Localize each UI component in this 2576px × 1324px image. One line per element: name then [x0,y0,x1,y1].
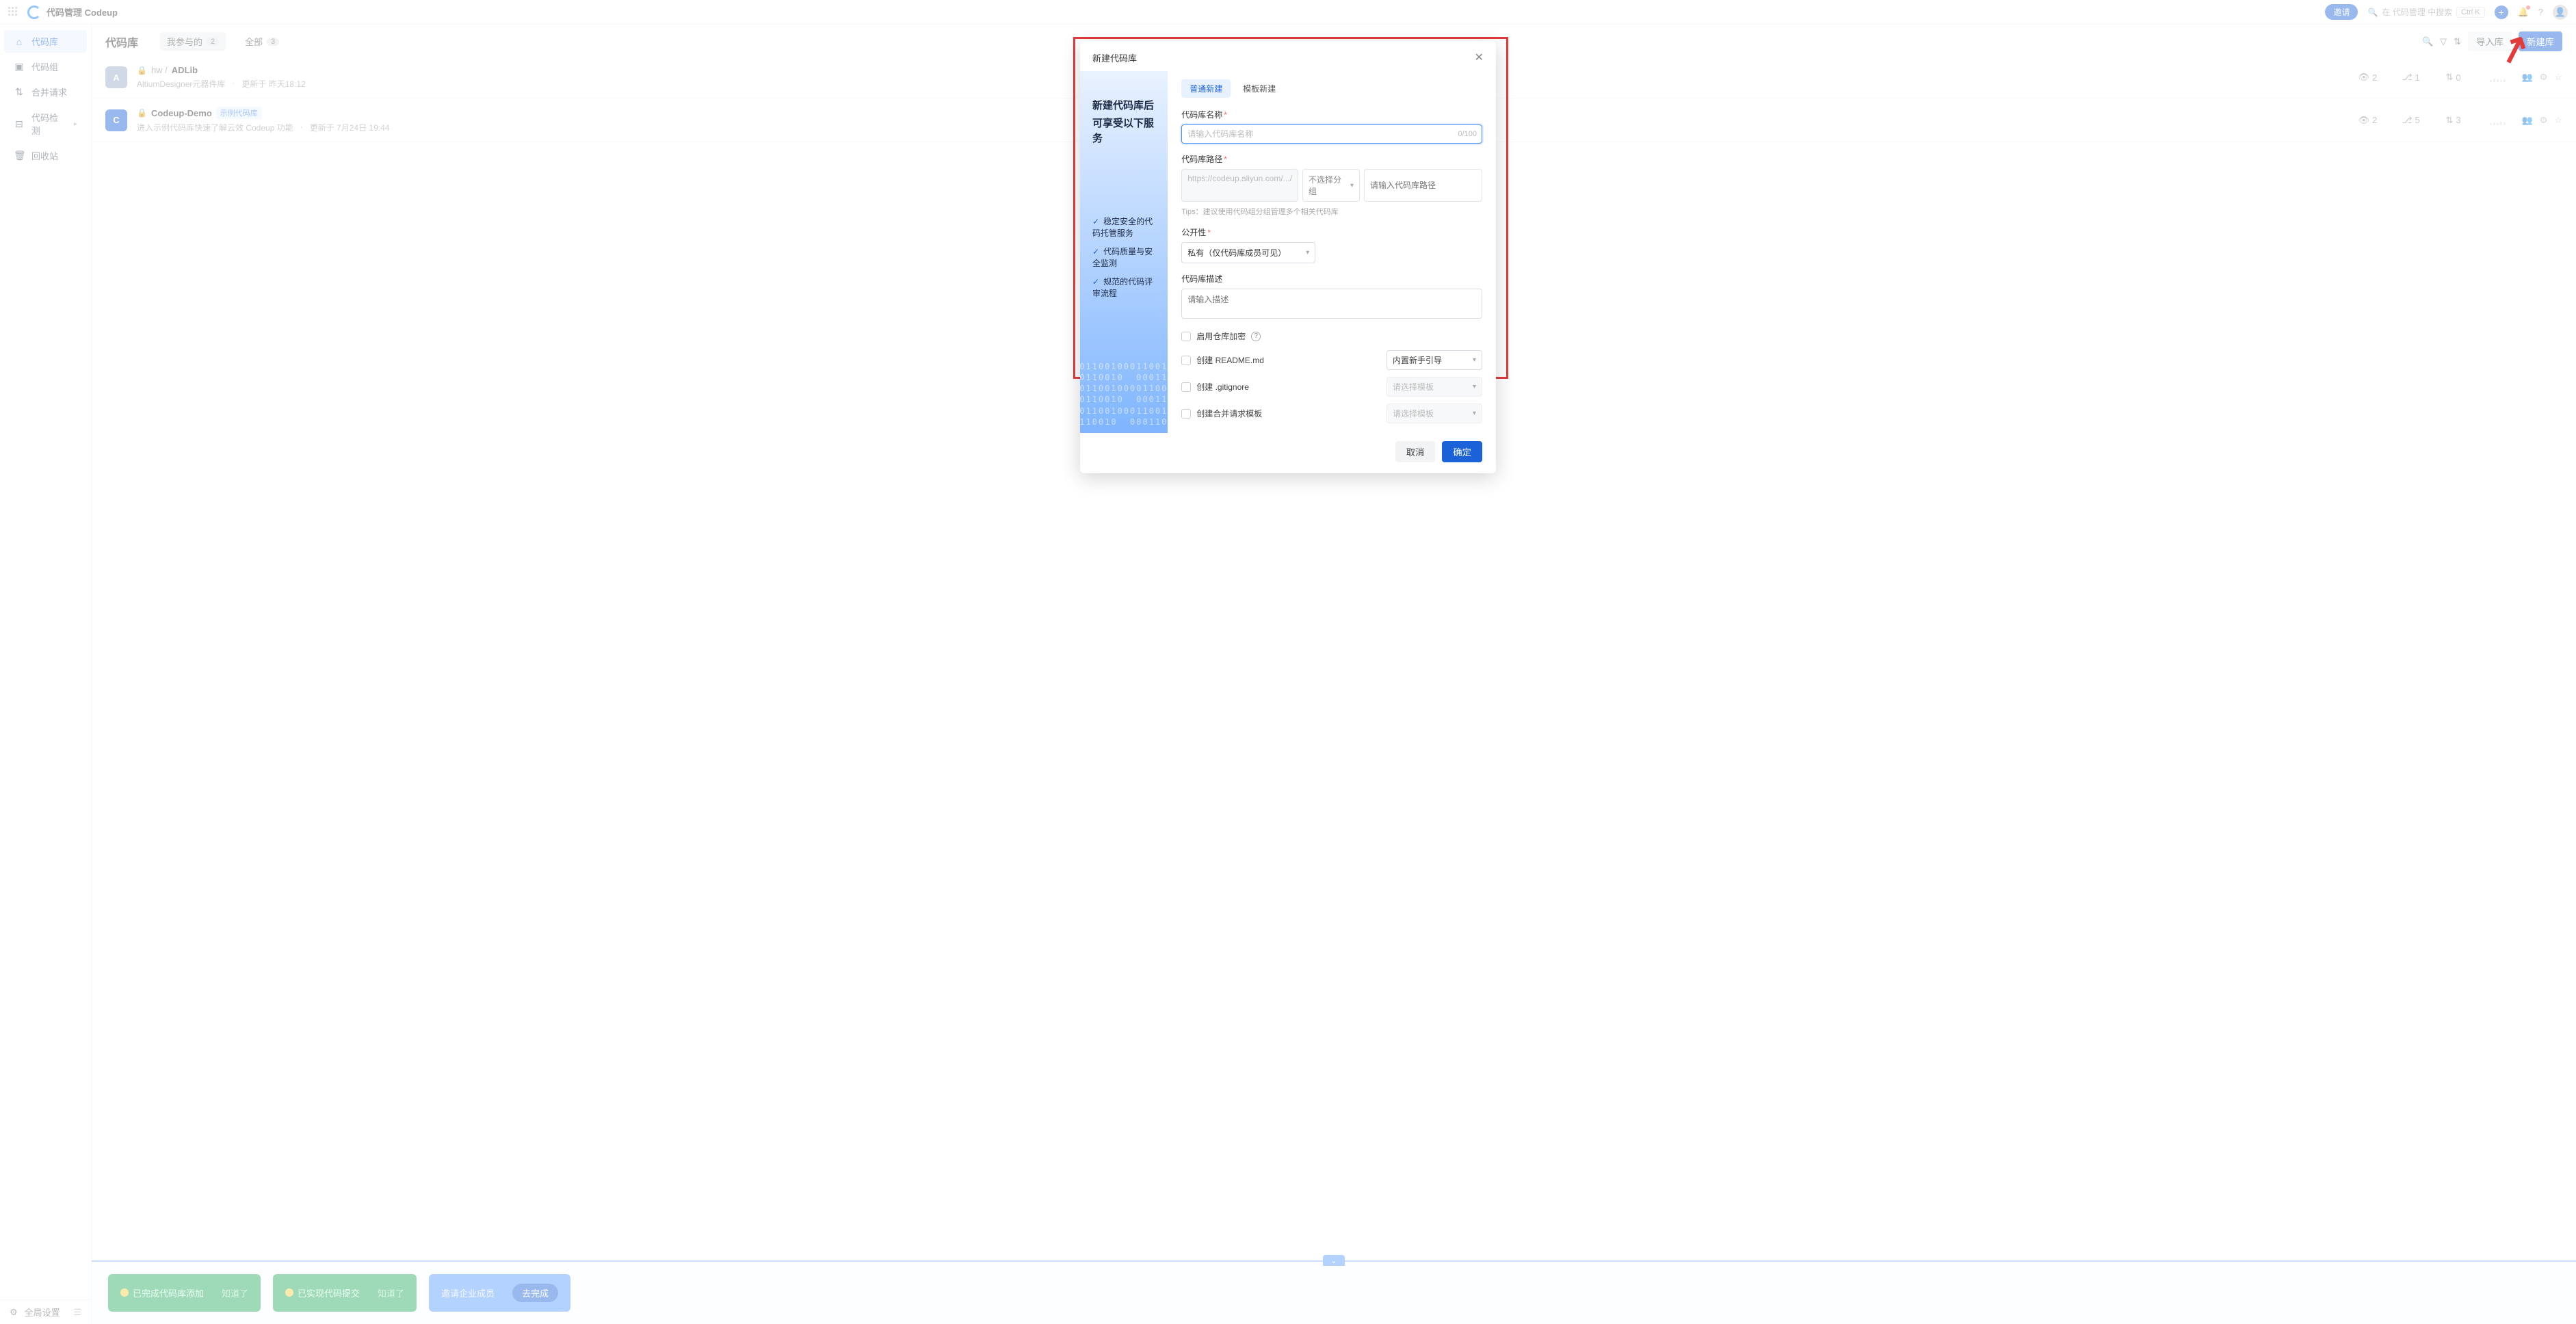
visibility-value: 私有（仅代码库成员可见） [1187,247,1286,259]
info-icon[interactable]: ? [1251,332,1261,341]
path-tips: Tips：建议使用代码组分组管理多个相关代码库 [1181,206,1482,217]
gitignore-select-value: 请选择模板 [1393,381,1434,393]
modal-left-panel: 新建代码库后 可享受以下服务 ✓稳定安全的代码托管服务 ✓代码质量与安全监测 ✓… [1080,71,1168,433]
path-group-placeholder: 不选择分组 [1309,174,1346,197]
name-counter: 0/100 [1458,130,1477,138]
modal-tab-normal[interactable]: 普通新建 [1181,79,1231,98]
modal-form: 普通新建 模板新建 代码库名称* 0/100 代码库路径* https://co… [1168,71,1496,433]
decorative-binary-bg: 0011001000110010001100100 00110010 00011… [1080,361,1168,427]
close-icon[interactable]: ✕ [1475,51,1484,64]
repo-name-input[interactable] [1181,124,1482,144]
chevron-down-icon: ▾ [1306,249,1309,256]
modal-left-check: 稳定安全的代码托管服务 [1092,217,1153,238]
readme-label: 创建 README.md [1196,354,1264,366]
cancel-button[interactable]: 取消 [1395,441,1436,462]
modal-left-check: 规范的代码评审流程 [1092,277,1153,298]
chevron-down-icon: ▾ [1350,182,1354,189]
mrtpl-checkbox[interactable] [1181,409,1191,419]
field-label-path: 代码库路径* [1181,153,1482,165]
mrtpl-label: 创建合并请求模板 [1196,408,1262,419]
check-icon: ✓ [1092,247,1099,256]
path-group-select[interactable]: 不选择分组 ▾ [1302,169,1360,202]
new-repo-modal: 新建代码库 ✕ 新建代码库后 可享受以下服务 ✓稳定安全的代码托管服务 ✓代码质… [1080,41,1496,473]
modal-tab-template[interactable]: 模板新建 [1235,79,1284,98]
modal-header: 新建代码库 ✕ [1080,41,1496,71]
field-label-desc: 代码库描述 [1181,273,1482,284]
modal-footer: 取消 确定 [1080,433,1496,473]
field-label-visibility: 公开性* [1181,226,1482,238]
path-base-segment: https://codeup.aliyun.com/.../ [1181,169,1298,202]
encrypt-checkbox[interactable] [1181,332,1191,341]
path-input[interactable] [1364,169,1482,202]
gitignore-template-select[interactable]: 请选择模板 ▾ [1386,377,1482,397]
chevron-down-icon: ▾ [1473,383,1476,390]
modal-left-check: 代码质量与安全监测 [1092,247,1153,268]
desc-textarea[interactable] [1181,289,1482,319]
check-icon: ✓ [1092,217,1099,226]
encrypt-label: 启用仓库加密 [1196,330,1246,342]
modal-title: 新建代码库 [1092,51,1137,64]
ok-button[interactable]: 确定 [1442,441,1482,462]
readme-template-select[interactable]: 内置新手引导 ▾ [1386,350,1482,370]
modal-left-heading-2: 可享受以下服务 [1092,116,1155,147]
modal-left-heading-1: 新建代码库后 [1092,98,1155,114]
readme-checkbox[interactable] [1181,356,1191,365]
readme-select-value: 内置新手引导 [1393,354,1442,366]
field-label-name: 代码库名称* [1181,109,1482,120]
mrtpl-select-value: 请选择模板 [1393,408,1434,419]
visibility-select[interactable]: 私有（仅代码库成员可见） ▾ [1181,242,1315,263]
check-icon: ✓ [1092,277,1099,287]
chevron-down-icon: ▾ [1473,356,1476,364]
mr-template-select[interactable]: 请选择模板 ▾ [1386,403,1482,423]
chevron-down-icon: ▾ [1473,410,1476,417]
gitignore-checkbox[interactable] [1181,382,1191,392]
gitignore-label: 创建 .gitignore [1196,381,1249,393]
